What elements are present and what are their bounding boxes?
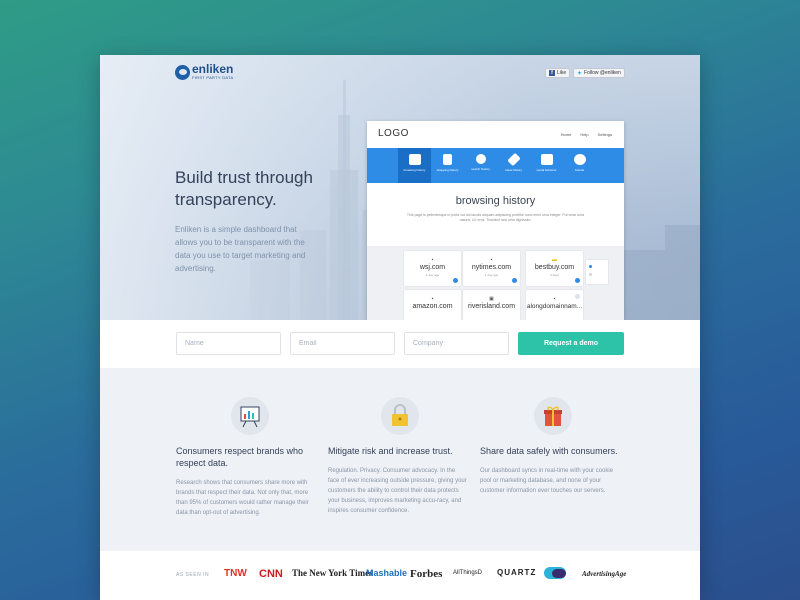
twitter-follow-button[interactable]: ✦ Follow @enliken: [573, 68, 625, 78]
brand-tagline: FIRST PARTY DATA: [192, 75, 234, 80]
mockup-section-description: This page is pellentesque in porta vut d…: [406, 213, 585, 222]
mockup-tab-search: search history: [464, 148, 497, 183]
request-demo-button[interactable]: Request a demo: [518, 332, 624, 355]
nytimes-favicon: ▪: [490, 257, 493, 263]
facebook-like-button[interactable]: f Like: [545, 68, 571, 78]
advertising-age-logo: AdvertisingAge: [582, 570, 627, 578]
mockup-nav-home: Home: [560, 132, 572, 137]
feature-body: Regulation. Privacy. Consumer advocacy. …: [328, 468, 467, 514]
brand-name: enliken: [192, 62, 234, 76]
mockup-tab-travel: travel history: [497, 148, 530, 183]
tnw-logo: TNW: [224, 568, 247, 579]
feature-title: Share data safely with consumers.: [480, 446, 618, 456]
site-card: ▣ riverisland.com: [463, 290, 520, 320]
facebook-icon: f: [549, 70, 555, 76]
wsj-favicon: ▪: [431, 257, 434, 263]
mockup-tab-brands: brands: [563, 148, 596, 183]
shopping-bag-icon: [443, 154, 452, 165]
check-icon: [453, 278, 458, 283]
demo-request-form: Request a demo: [100, 320, 700, 368]
feature-share: Share data safely with consumers. Our da…: [480, 397, 620, 496]
hero-headline: Build trust through transparency.: [175, 168, 313, 209]
mockup-section-title: browsing history: [455, 195, 536, 207]
mockup-sites-area: ▪ wsj.com 1 day ago ▪ nytimes.com 1 day …: [367, 246, 624, 320]
magnifier-icon: [475, 154, 486, 164]
email-field[interactable]: [290, 332, 395, 355]
gift-box-icon: [534, 397, 572, 435]
remove-icon: [575, 294, 580, 299]
site-card: ▬ bestbuy.com 3 days: [526, 251, 583, 286]
riverisland-favicon: ▣: [489, 296, 494, 302]
allthingsd-logo: AllThingsD: [453, 570, 483, 576]
like-label: Like: [557, 70, 567, 76]
press-label: AS SEEN IN: [176, 572, 210, 578]
check-icon: [512, 278, 517, 283]
chat-icon: [540, 154, 553, 165]
mockup-mini-panel: [586, 260, 608, 284]
airplane-icon: [506, 152, 521, 167]
mockup-tab-shopping: shopping history: [431, 148, 464, 183]
feature-body: Research shows that consumers share more…: [176, 480, 309, 516]
mockup-logo: LOGO: [378, 128, 409, 139]
feature-title: Consumers respect brands who respect dat…: [176, 446, 304, 468]
site-card: ▪ alongdomainnam...: [526, 290, 583, 320]
enliken-logo[interactable]: enliken FIRST PARTY DATA: [175, 62, 234, 80]
hero-subtext: Enliken is a simple dashboard that allow…: [175, 225, 306, 273]
forbes-logo: Forbes: [410, 568, 443, 580]
mockup-nav: Home Help Settings: [561, 132, 612, 137]
mashable-logo: Mashable: [366, 568, 408, 578]
check-icon: [575, 278, 580, 283]
landing-page: enliken FIRST PARTY DATA f Like ✦ Follow…: [100, 55, 700, 600]
mockup-nav-settings: Settings: [597, 132, 612, 137]
presentation-chart-icon: [231, 397, 269, 435]
mockup-tab-browsing: browsing history: [398, 148, 431, 183]
cnn-logo: CNN: [259, 568, 283, 580]
feature-title: Mitigate risk and increase trust.: [328, 446, 453, 456]
feature-body: Our dashboard syncs in real-time with yo…: [480, 468, 614, 494]
mockup-tab-social: social behavior: [530, 148, 563, 183]
site-card: ▪ wsj.com 1 day ago: [404, 251, 461, 286]
mockup-category-bar: browsing history shopping history search…: [367, 148, 624, 183]
enliken-mark-icon: [175, 64, 190, 80]
padlock-icon: [381, 397, 419, 435]
hero-section: enliken FIRST PARTY DATA f Like ✦ Follow…: [100, 55, 700, 320]
dashboard-mockup: LOGO Home Help Settings browsing history…: [367, 121, 624, 320]
amazon-favicon: ▪: [431, 296, 434, 302]
quartz-logo: QUARTZ: [497, 568, 537, 577]
press-section: AS SEEN IN TNW CNN The New York Times Ma…: [100, 551, 700, 600]
feature-respect: Consumers respect brands who respect dat…: [176, 397, 316, 518]
mockup-nav-help: Help: [580, 132, 589, 137]
site-card: ▪ amazon.com: [404, 290, 461, 320]
site-card: ▪ nytimes.com 1 day ago: [463, 251, 520, 286]
colorful-brand-logo: [544, 567, 566, 579]
twitter-bird-icon: ✦: [577, 70, 583, 77]
brand-icon: [573, 154, 586, 165]
bestbuy-favicon: ▬: [552, 257, 557, 263]
follow-label: Follow @enliken: [584, 70, 621, 76]
company-field[interactable]: [404, 332, 509, 355]
nyt-logo: The New York Times: [292, 568, 373, 578]
window-icon: [408, 154, 421, 165]
feature-risk: Mitigate risk and increase trust. Regula…: [328, 397, 468, 516]
name-field[interactable]: [176, 332, 281, 355]
